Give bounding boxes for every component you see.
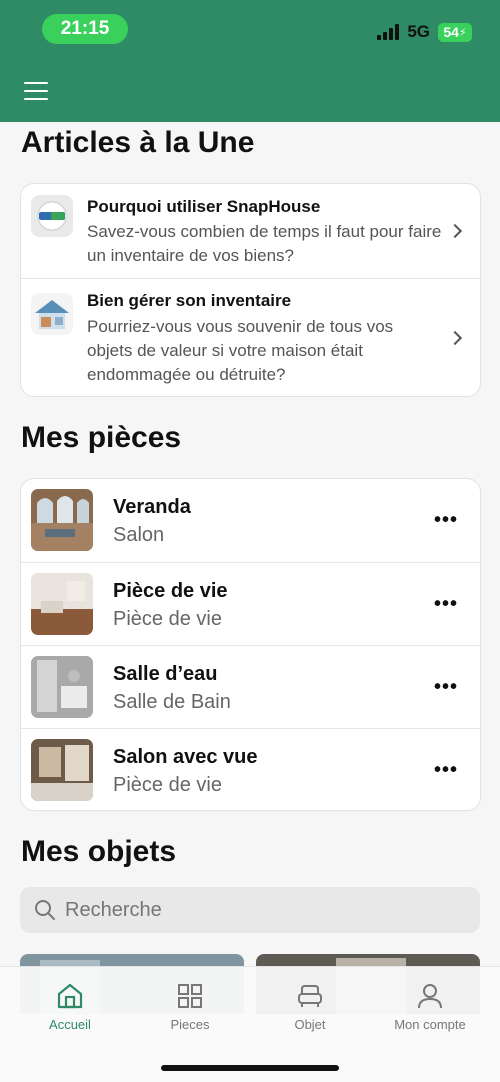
room-name: Veranda: [113, 496, 191, 518]
status-time: 21:15: [42, 14, 128, 44]
chevron-right-icon: [447, 223, 463, 239]
rooms-title: Mes pièces: [21, 421, 182, 454]
home-icon: [57, 983, 83, 1009]
battery-level: 54: [443, 24, 459, 40]
room-type: Pièce de vie: [113, 608, 222, 630]
tab-accueil[interactable]: Accueil: [10, 981, 130, 1032]
articles-card: Pourquoi utiliser SnapHouse Savez-vous c…: [20, 183, 481, 397]
tab-label: Accueil: [49, 1017, 91, 1032]
house-illustration-icon: [31, 293, 73, 335]
room-name: Salle d’eau: [113, 663, 218, 685]
room-photo: [31, 656, 93, 718]
snaphouse-logo-icon: [31, 195, 73, 237]
article-item[interactable]: Pourquoi utiliser SnapHouse Savez-vous c…: [21, 184, 480, 278]
more-options-icon[interactable]: •••: [434, 593, 458, 616]
article-item[interactable]: Bien gérer son inventaire Pourriez-vous …: [21, 278, 480, 396]
article-title: Bien gérer son inventaire: [87, 291, 292, 310]
user-icon: [418, 984, 442, 1009]
more-options-icon[interactable]: •••: [434, 759, 458, 782]
room-row[interactable]: Salle d’eau Salle de Bain •••: [21, 645, 480, 728]
room-name: Pièce de vie: [113, 580, 228, 602]
article-description: Pourriez-vous vous souvenir de tous vos …: [87, 317, 394, 384]
room-type: Salle de Bain: [113, 691, 231, 713]
tab-label: Objet: [294, 1017, 326, 1032]
network-label: 5G: [407, 22, 430, 41]
room-type: Pièce de vie: [113, 774, 222, 796]
app-header: 21:15 5G 54 ⚡: [0, 0, 500, 122]
tab-pieces[interactable]: Pieces: [130, 981, 250, 1032]
tab-objet[interactable]: Objet: [250, 981, 370, 1032]
article-description: Savez-vous combien de temps il faut pour…: [87, 222, 442, 265]
room-photo: [31, 739, 93, 801]
more-options-icon[interactable]: •••: [434, 676, 458, 699]
tab-label: Mon compte: [394, 1017, 466, 1032]
grid-icon: [178, 984, 202, 1008]
tab-label: Pieces: [170, 1017, 210, 1032]
article-title: Pourquoi utiliser SnapHouse: [87, 197, 321, 216]
room-type: Salon: [113, 524, 165, 546]
search-input[interactable]: [65, 887, 465, 933]
room-name: Salon avec vue: [113, 746, 258, 768]
room-row[interactable]: Salon avec vue Pièce de vie •••: [21, 728, 480, 810]
more-options-icon[interactable]: •••: [434, 509, 458, 532]
signal-icon: [377, 24, 400, 40]
rooms-card: Veranda Salon ••• Pièce de vie Pièce de …: [20, 478, 481, 811]
room-row[interactable]: Pièce de vie Pièce de vie •••: [21, 562, 480, 645]
chevron-right-icon: [447, 330, 463, 346]
battery-icon: 54 ⚡: [438, 22, 472, 42]
search-bar[interactable]: [20, 887, 480, 933]
search-icon: [35, 900, 55, 920]
home-indicator: [161, 1065, 339, 1071]
featured-title: Articles à la Une: [21, 126, 255, 159]
room-photo: [31, 573, 93, 635]
armchair-icon: [298, 985, 322, 1007]
status-indicators: 5G 54 ⚡: [377, 22, 472, 42]
objects-title: Mes objets: [21, 835, 177, 868]
room-row[interactable]: Veranda Salon •••: [21, 479, 480, 562]
tab-mon-compte[interactable]: Mon compte: [370, 981, 490, 1032]
menu-icon[interactable]: [24, 82, 48, 100]
room-photo: [31, 489, 93, 551]
